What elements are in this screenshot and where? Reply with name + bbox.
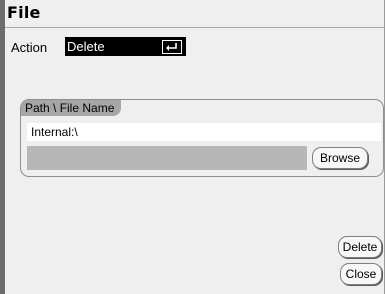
path-input[interactable]: Internal:\ [27,123,381,141]
title-divider [5,27,384,28]
path-group-title: Path \ File Name [21,100,122,116]
action-label: Action [11,40,48,55]
file-name-input[interactable] [27,146,307,170]
enter-return-icon[interactable] [162,40,182,54]
delete-button[interactable]: Delete [338,236,382,258]
window-left-edge [0,0,5,294]
action-select-value: Delete [67,39,105,54]
file-dialog: File Action Delete Path \ File Name Inte… [0,0,385,294]
browse-button[interactable]: Browse [312,147,368,169]
close-button[interactable]: Close [340,263,382,285]
dialog-title: File [7,3,41,22]
